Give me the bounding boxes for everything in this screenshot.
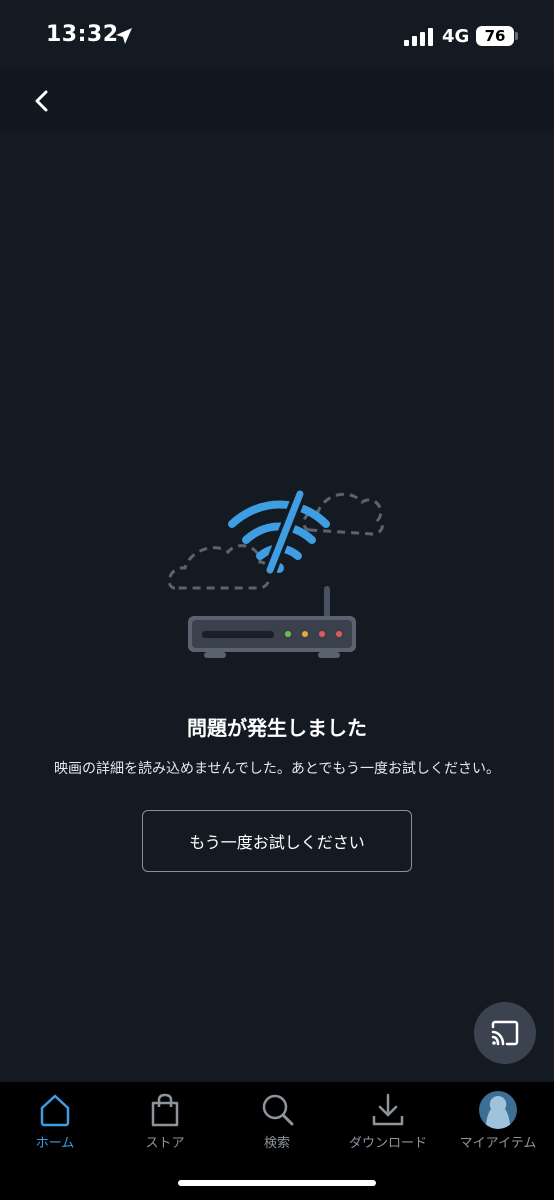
tab-home[interactable]: ホーム xyxy=(0,1082,110,1152)
nav-bar xyxy=(0,70,554,130)
signal-icon xyxy=(404,28,433,46)
back-button[interactable] xyxy=(22,80,62,120)
home-icon xyxy=(40,1094,70,1127)
download-icon xyxy=(372,1093,404,1126)
shopping-bag-icon xyxy=(151,1093,179,1127)
network-label: 4G xyxy=(442,26,470,47)
search-icon xyxy=(262,1094,294,1126)
tab-search-label: 検索 xyxy=(263,1136,290,1151)
no-wifi-router-icon xyxy=(167,487,384,658)
battery-level: 76 xyxy=(484,27,506,45)
avatar-icon xyxy=(479,1091,517,1129)
cast-button[interactable] xyxy=(474,1002,536,1064)
tab-store-label: ストア xyxy=(145,1136,185,1151)
tab-my-items-label: マイアイテム xyxy=(459,1136,537,1151)
chevron-left-icon xyxy=(35,90,48,112)
home-indicator xyxy=(178,1180,376,1186)
location-arrow-icon xyxy=(116,28,132,44)
status-time: 13:32 xyxy=(46,22,119,47)
battery-icon: 76 xyxy=(476,26,514,46)
tab-download-label: ダウンロード xyxy=(348,1136,427,1151)
tab-store[interactable]: ストア xyxy=(110,1082,220,1152)
error-title: 問題が発生しました xyxy=(187,716,367,740)
cast-icon xyxy=(491,1020,519,1046)
tab-download[interactable]: ダウンロード xyxy=(333,1082,443,1152)
battery-tip xyxy=(515,32,518,40)
retry-button[interactable]: もう一度お試しください xyxy=(142,810,412,872)
error-message: 映画の詳細を読み込めませんでした。あとでもう一度お試しください。 xyxy=(53,761,501,777)
tab-my-items[interactable]: マイアイテム xyxy=(443,1082,553,1152)
status-bar: 13:32 4G 76 xyxy=(0,0,554,70)
tab-home-label: ホーム xyxy=(35,1136,75,1151)
tab-search[interactable]: 検索 xyxy=(222,1082,332,1152)
